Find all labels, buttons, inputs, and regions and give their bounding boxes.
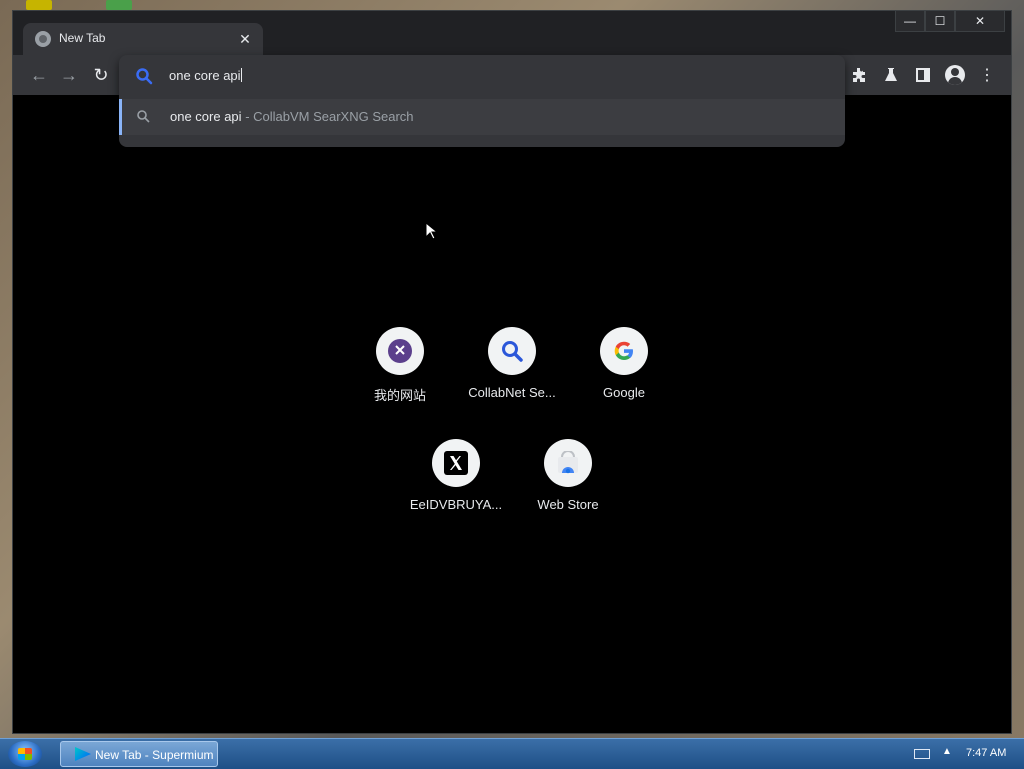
- labs-flask-icon[interactable]: [879, 63, 903, 87]
- shortcut-label: Google: [603, 385, 645, 400]
- google-g-icon: [600, 327, 648, 375]
- new-tab-page: 我的网站 CollabNet Se... Google EeIDVBRUYA..…: [13, 95, 1011, 733]
- purple-x-icon: [376, 327, 424, 375]
- keyboard-icon[interactable]: [914, 749, 930, 759]
- shortcut-label: CollabNet Se...: [468, 385, 556, 400]
- tab-new-tab[interactable]: New Tab ✕: [23, 23, 263, 55]
- start-button[interactable]: [8, 741, 42, 767]
- address-input[interactable]: one core api: [169, 68, 242, 83]
- clock[interactable]: 7:47 AM: [966, 747, 1006, 759]
- close-button[interactable]: ✕: [955, 11, 1005, 32]
- x-logo-icon: [432, 439, 480, 487]
- profile-avatar-icon[interactable]: [943, 63, 967, 87]
- browser-window: New Tab ✕ — ☐ ✕ ← → ↻ ⋮ 我的网站 CollabNet S…: [12, 10, 1012, 734]
- shortcut-tile[interactable]: Web Store: [512, 421, 624, 533]
- search-icon: [137, 110, 150, 123]
- suggestion-source: - CollabVM SearXNG Search: [245, 109, 414, 124]
- title-bar: New Tab ✕ — ☐ ✕: [13, 11, 1011, 55]
- suggestion-query: one core api: [170, 109, 242, 124]
- address-bar[interactable]: one core api: [119, 55, 845, 97]
- side-panel-icon[interactable]: [911, 63, 935, 87]
- shortcut-label: Web Store: [537, 497, 599, 512]
- desktop-icon[interactable]: [106, 0, 132, 10]
- reload-icon[interactable]: ↻: [89, 63, 113, 87]
- shortcut-tile[interactable]: EeIDVBRUYA...: [400, 421, 512, 533]
- taskbar: New Tab - Supermium ▲ 7:47 AM: [0, 738, 1024, 769]
- show-hidden-icons-icon[interactable]: ▲: [942, 746, 952, 757]
- taskbar-item-label: New Tab - Supermium: [95, 748, 214, 762]
- tab-title: New Tab: [59, 31, 106, 45]
- shortcut-label: EeIDVBRUYA...: [409, 497, 503, 512]
- tab-close-icon[interactable]: ✕: [235, 29, 255, 49]
- suggestion-item[interactable]: one core api - CollabVM SearXNG Search: [119, 99, 845, 135]
- forward-icon[interactable]: →: [57, 63, 81, 87]
- back-icon[interactable]: ←: [27, 63, 51, 87]
- web-store-icon: [544, 439, 592, 487]
- minimize-button[interactable]: —: [895, 11, 925, 32]
- shortcut-tile[interactable]: 我的网站: [344, 309, 456, 421]
- more-menu-icon[interactable]: ⋮: [975, 63, 999, 87]
- supermium-icon: [75, 747, 91, 761]
- maximize-button[interactable]: ☐: [925, 11, 955, 32]
- shortcut-tile[interactable]: CollabNet Se...: [456, 309, 568, 421]
- window-controls: — ☐ ✕: [895, 11, 1005, 32]
- globe-icon: [35, 31, 51, 47]
- omnibox-dropdown[interactable]: one core api one core api - CollabVM Sea…: [119, 55, 845, 147]
- search-magnifier-icon: [488, 327, 536, 375]
- extensions-icon[interactable]: [847, 63, 871, 87]
- search-icon: [136, 68, 153, 85]
- desktop-icon[interactable]: [26, 0, 52, 10]
- shortcut-tile[interactable]: Google: [568, 309, 680, 421]
- shortcut-label: 我的网站: [373, 388, 426, 403]
- taskbar-item-browser[interactable]: New Tab - Supermium: [60, 741, 218, 767]
